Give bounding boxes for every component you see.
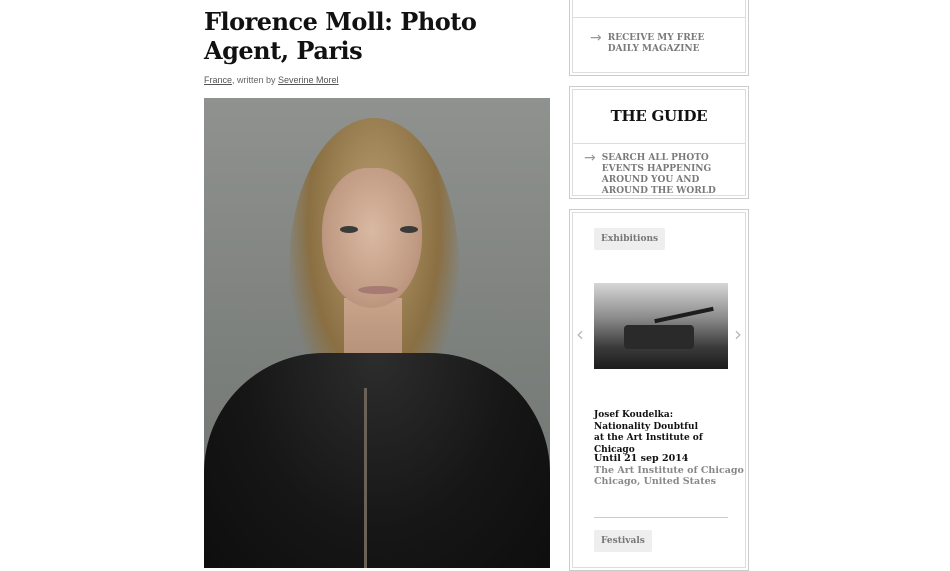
magazine-box: → RECEIVE MY FREE DAILY MAGAZINE <box>569 0 749 76</box>
guide-link-label: SEARCH ALL PHOTO EVENTS HAPPENING AROUND… <box>601 153 716 196</box>
festivals-tag[interactable]: Festivals <box>594 530 652 552</box>
arrow-right-icon: → <box>590 30 602 46</box>
exhibition-date: Until 21 sep 2014 <box>594 453 689 464</box>
page-title: Florence Moll: Photo Agent, Paris <box>204 7 477 65</box>
divider <box>594 517 728 518</box>
exhibition-title-line1: Josef Koudelka: Nationality Doubtful <box>594 410 699 432</box>
exhibitions-tag[interactable]: Exhibitions <box>594 228 666 250</box>
chevron-left-icon[interactable]: ‹ <box>576 322 584 346</box>
article: Florence Moll: Photo Agent, Paris France… <box>204 0 550 568</box>
guide-title: THE GUIDE <box>610 107 708 125</box>
guide-box: THE GUIDE → SEARCH ALL PHOTO EVENTS HAPP… <box>569 86 749 199</box>
magazine-link[interactable]: → RECEIVE MY FREE DAILY MAGAZINE <box>590 30 730 55</box>
exhibition-title[interactable]: Josef Koudelka: Nationality Doubtful at … <box>594 410 730 456</box>
exhibition-thumbnail[interactable] <box>594 283 728 369</box>
magazine-link-label: RECEIVE MY FREE DAILY MAGAZINE <box>607 33 705 54</box>
country-link[interactable]: France <box>204 75 232 85</box>
byline: France, written by Severine Morel <box>204 75 550 85</box>
chevron-right-icon[interactable]: › <box>734 322 742 346</box>
arrow-right-icon: → <box>584 150 596 166</box>
byline-text: , written by <box>232 75 279 85</box>
events-box: Exhibitions ‹ › Josef Koudelka: National… <box>569 209 749 571</box>
guide-link[interactable]: → SEARCH ALL PHOTO EVENTS HAPPENING AROU… <box>584 150 739 197</box>
portrait-photo <box>204 98 550 568</box>
exhibition-venue: The Art Institute of Chicago <box>594 465 744 476</box>
author-link[interactable]: Severine Morel <box>278 75 339 85</box>
exhibition-venue-block: The Art Institute of Chicago Chicago, Un… <box>594 465 744 487</box>
exhibition-location: Chicago, United States <box>594 476 716 487</box>
